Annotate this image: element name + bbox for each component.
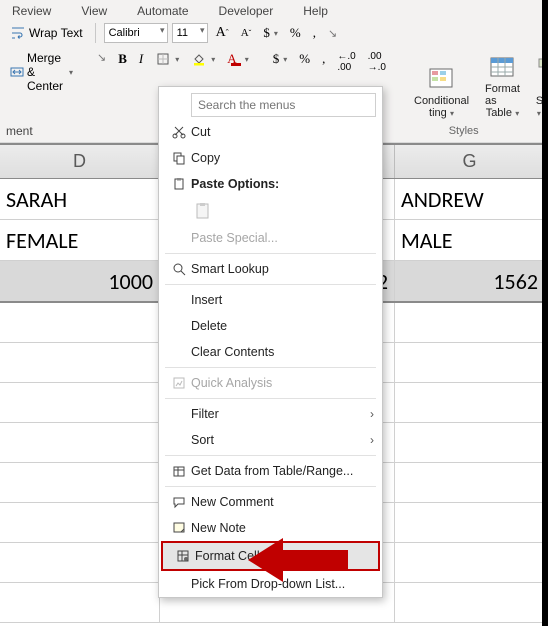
border-icon [155,51,171,67]
merge-label: Merge & Center [27,51,65,93]
menu-paste-special: Paste Special... [159,225,382,251]
wrap-text-icon [10,25,26,41]
table-l2: Table [486,107,512,119]
font-name-select[interactable] [104,23,168,43]
cut-label: Cut [191,125,374,139]
font-size-select[interactable] [172,23,208,43]
get-data-label: Get Data from Table/Range... [191,464,374,478]
copy-label: Copy [191,151,374,165]
fill-color-button[interactable]: ▾ [187,49,219,69]
italic-button[interactable]: I [135,49,147,69]
tab-help[interactable]: Help [299,2,332,20]
increase-decimal-button[interactable]: ←.0.00 [333,49,359,75]
ribbon-tabs: Review View Automate Developer Help [0,0,548,20]
tab-review[interactable]: Review [8,2,55,20]
paste-icon [167,177,191,191]
menu-filter[interactable]: Filter› [159,401,382,427]
merge-center-button[interactable]: Merge & Center ▾ [6,49,77,95]
menu-cut[interactable]: Cut [159,119,382,145]
paste-default-icon [191,201,215,221]
delete-label: Delete [191,319,374,333]
chevron-right-icon: › [370,433,374,447]
wrap-text-label: Wrap Text [29,26,83,40]
bold-button[interactable]: B [114,49,131,69]
format-table-icon [488,53,516,81]
cell-g2[interactable]: MALE [395,220,545,260]
menu-search-input[interactable] [191,93,376,117]
cell-d1[interactable]: SARAH [0,179,160,219]
border-button[interactable]: ▾ [151,49,183,69]
menu-new-comment[interactable]: New Comment [159,489,382,515]
paste-special-label: Paste Special... [191,231,374,245]
currency-button-2[interactable]: $▾ [269,49,292,69]
cell-d2[interactable]: FEMALE [0,220,160,260]
styles-group-label: Styles [389,125,539,141]
cut-icon [167,125,191,139]
format-cells-icon [171,549,195,563]
cell-g3[interactable]: 1562 [395,261,545,301]
sort-label: Sort [191,433,374,447]
cond-l1: Conditional [414,95,469,107]
quick-label: Quick Analysis [191,376,374,390]
menu-insert[interactable]: Insert [159,287,382,313]
smart-lookup-icon [167,262,191,276]
conditional-formatting-icon [428,65,456,93]
tab-automate[interactable]: Automate [133,2,192,20]
menu-get-data[interactable]: Get Data from Table/Range... [159,458,382,484]
note-icon [167,521,191,535]
clear-label: Clear Contents [191,345,374,359]
menu-sort[interactable]: Sort› [159,427,382,453]
font-color-button[interactable]: A▾ [223,49,252,69]
fill-icon [191,51,207,67]
menu-paste-default [159,197,382,225]
context-menu: Cut Copy Paste Options: Paste Special...… [158,86,383,598]
paste-options-label: Paste Options: [191,177,374,191]
merge-icon [10,64,24,80]
decrease-font-button[interactable]: Aˇ [237,25,256,41]
col-header-g[interactable]: G [395,145,545,178]
chevron-right-icon: › [370,407,374,421]
quick-analysis-icon [167,376,191,390]
menu-quick-analysis: Quick Analysis [159,370,382,396]
decrease-decimal-button[interactable]: .00→.0 [364,49,390,75]
cell-d3[interactable]: 1000 [0,261,160,301]
menu-paste-options: Paste Options: [159,171,382,197]
dialog-launcher-2[interactable]: ↘ [93,49,110,66]
table-icon [167,464,191,478]
status-fragment: ment [0,124,39,142]
menu-delete[interactable]: Delete [159,313,382,339]
percent-button[interactable]: % [286,23,305,43]
format-as-table-button[interactable]: Format as Table ▾ [485,53,520,119]
cell-g1[interactable]: ANDREW [395,179,545,219]
copy-icon [167,151,191,165]
comment-label: New Comment [191,495,374,509]
insert-label: Insert [191,293,374,307]
percent-button-2[interactable]: % [295,49,314,69]
col-header-d[interactable]: D [0,145,160,178]
menu-copy[interactable]: Copy [159,145,382,171]
comment-icon [167,495,191,509]
dialog-launcher-icon[interactable]: ↘ [324,25,341,42]
conditional-formatting-button[interactable]: Conditional ting ▾ [414,65,469,119]
comma-button-2[interactable]: , [318,49,329,69]
comma-button[interactable]: , [309,23,320,43]
currency-button[interactable]: $▾ [259,23,282,43]
increase-font-button[interactable]: Aˆ [212,23,233,43]
table-l1: Format as [485,83,520,107]
menu-smart-lookup[interactable]: Smart Lookup [159,256,382,282]
tab-developer[interactable]: Developer [215,2,278,20]
smart-lookup-label: Smart Lookup [191,262,374,276]
menu-clear-contents[interactable]: Clear Contents [159,339,382,365]
cond-l2: ting [429,107,447,119]
tab-view[interactable]: View [77,2,111,20]
menu-search [191,93,376,117]
filter-label: Filter [191,407,374,421]
annotation-arrow [248,530,358,590]
wrap-text-button[interactable]: Wrap Text [6,23,87,43]
